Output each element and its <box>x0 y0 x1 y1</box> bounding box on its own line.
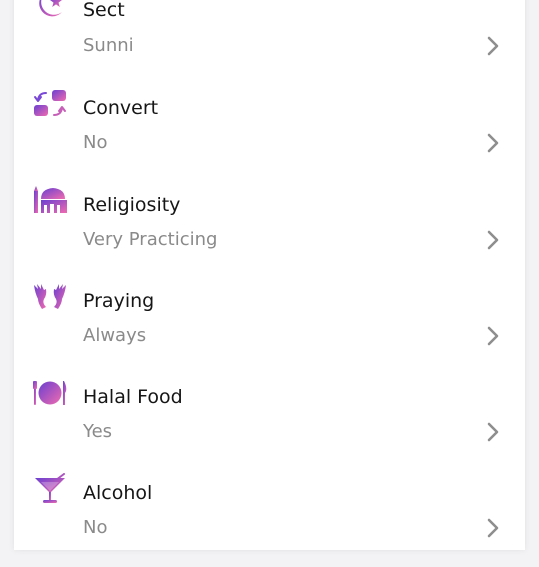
alcohol-row[interactable]: Alcohol No <box>14 471 525 567</box>
convert-value: No <box>83 132 108 153</box>
halal-food-value: Yes <box>83 421 113 442</box>
praying-hands-icon <box>32 281 68 313</box>
chevron-right-icon <box>485 35 501 57</box>
praying-row[interactable]: Praying Always <box>14 279 525 375</box>
religiosity-value: Very Practicing <box>83 229 218 250</box>
chevron-right-icon <box>485 132 501 154</box>
chevron-right-icon <box>485 325 501 347</box>
alcohol-label: Alcohol <box>83 482 153 504</box>
halal-food-row[interactable]: Halal Food Yes <box>14 375 525 471</box>
chevron-right-icon <box>485 229 501 251</box>
religiosity-row[interactable]: Religiosity Very Practicing <box>14 183 525 279</box>
praying-label: Praying <box>83 290 155 312</box>
profile-details-card: Sect Sunni Convert No Religiosity Very P… <box>14 0 525 550</box>
chevron-right-icon <box>485 517 501 539</box>
mosque-icon <box>32 183 68 215</box>
cocktail-glass-icon <box>32 473 68 505</box>
crescent-star-icon <box>32 0 68 22</box>
chevron-right-icon <box>485 421 501 443</box>
sect-value: Sunni <box>83 35 134 56</box>
sect-label: Sect <box>83 0 125 21</box>
plate-cutlery-icon <box>32 377 68 409</box>
halal-food-label: Halal Food <box>83 386 183 408</box>
convert-label: Convert <box>83 97 159 119</box>
praying-value: Always <box>83 325 147 346</box>
religiosity-label: Religiosity <box>83 194 181 216</box>
convert-arrows-icon <box>32 88 68 120</box>
convert-row[interactable]: Convert No <box>14 86 525 182</box>
alcohol-value: No <box>83 517 108 538</box>
sect-row[interactable]: Sect Sunni <box>14 0 525 86</box>
